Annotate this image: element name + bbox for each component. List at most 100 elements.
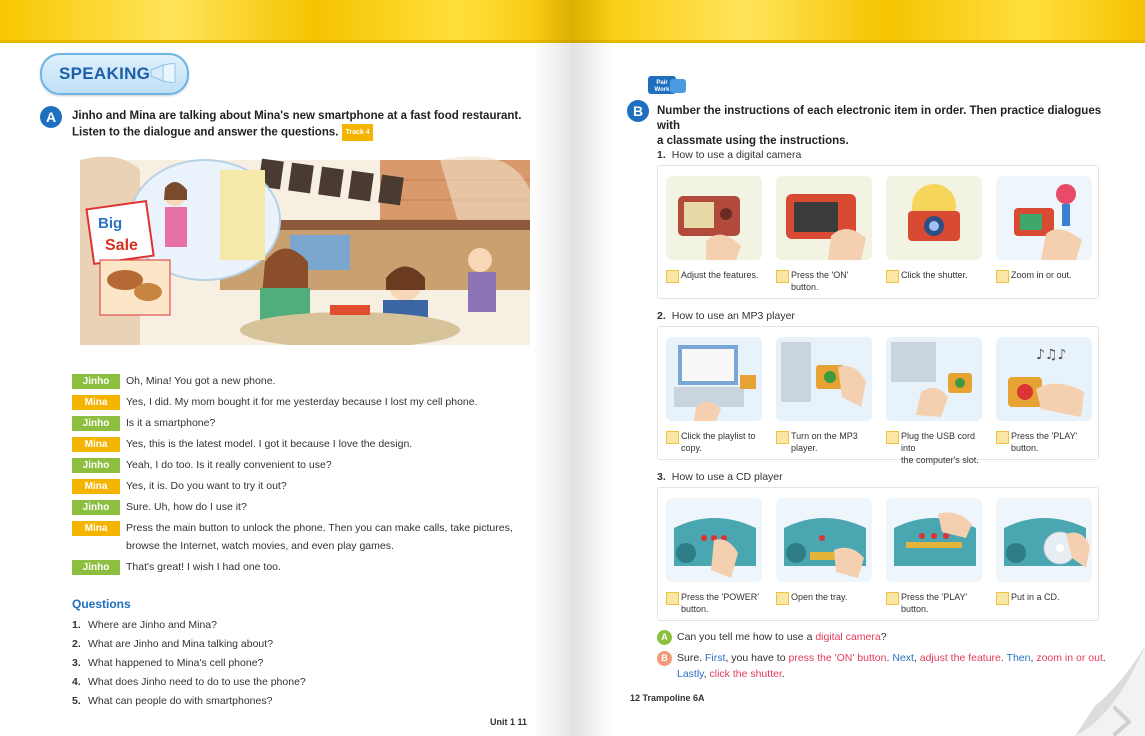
number-box[interactable] [996, 431, 1009, 444]
number-box[interactable] [886, 431, 899, 444]
speaker-tag-jinho: Jinho [72, 458, 120, 473]
camera-front-image [776, 176, 872, 260]
dialogue-line-continued: browse the Internet, watch movies, and e… [126, 540, 394, 552]
taking-photo-image [886, 176, 982, 260]
question-number: 5. [72, 695, 81, 707]
conv-sequence-word: First [705, 652, 726, 664]
questions-heading: Questions [72, 597, 131, 611]
number-box[interactable] [996, 592, 1009, 605]
section-a-marker: A [40, 106, 62, 128]
camera-step-2: Press the 'ON' button. [776, 269, 882, 293]
step-text: Put in a CD. [1011, 592, 1060, 602]
speaker-b-badge: B [657, 650, 672, 666]
step-text: Press the 'POWER' [681, 592, 759, 602]
next-page-arrow-icon[interactable] [1075, 646, 1145, 736]
number-box[interactable] [996, 270, 1009, 283]
step-text: Turn on the MP3 [791, 431, 858, 441]
number-box[interactable] [666, 270, 679, 283]
question-item: 5. What can people do with smartphones? [72, 695, 272, 707]
speaker-tag-mina: Mina [72, 479, 120, 494]
restaurant-illustration: Big Sale [80, 156, 530, 362]
step-text-2: copy. [681, 443, 702, 453]
cd-step-3: Press the 'PLAY' button. [886, 591, 992, 615]
dialogue-line: Press the main button to unlock the phon… [126, 522, 513, 534]
speaking-badge: SPEAKING [40, 53, 189, 95]
instruction-line-2: a classmate using the instructions. [657, 135, 849, 147]
number-box[interactable] [776, 431, 789, 444]
conv-text: Can you tell me how to use a [677, 631, 816, 643]
step-text: Press the 'ON' [791, 270, 849, 280]
speaker-tag-jinho: Jinho [72, 500, 120, 515]
conv-sequence-word: Next [892, 652, 914, 664]
step-text: Press the 'PLAY' [1011, 431, 1078, 441]
question-text: What can people do with smartphones? [88, 695, 273, 707]
question-text: What does Jinho need to do to use the ph… [88, 676, 306, 688]
number-box[interactable] [666, 431, 679, 444]
dialogue-line: Yes, this is the latest model. I got it … [126, 438, 413, 450]
speaker-tag-jinho: Jinho [72, 416, 120, 431]
speaker-tag-mina: Mina [72, 437, 120, 452]
number-box[interactable] [776, 592, 789, 605]
pair-work-line2: Work [655, 87, 671, 93]
dialogue-line: That's great! I wish I had one too. [126, 561, 281, 573]
big-sign-text: Big [98, 215, 122, 232]
usb-plug-image [886, 337, 982, 421]
step-text-2: the computer's slot. [901, 455, 979, 465]
mp3-power-image [776, 337, 872, 421]
speaker-a-badge: A [657, 629, 672, 645]
instruction-line-2: Listen to the dialogue and answer the qu… [72, 126, 339, 139]
question-number: 4. [72, 676, 81, 688]
top-color-band [0, 0, 572, 43]
number-box[interactable] [886, 592, 899, 605]
cd-tray-image [776, 498, 872, 582]
dialogue-line: Yes, it is. Do you want to try it out? [126, 480, 287, 492]
group-title-text: How to use a digital camera [671, 149, 802, 161]
mp3-play-image: ♪♫♪ [996, 337, 1092, 421]
group-number: 2. [657, 310, 666, 322]
step-text: Open the tray. [791, 592, 848, 602]
page-footer-left: Unit 1 11 [490, 717, 528, 727]
cd-steps-box: Press the 'POWER' button. Open the tray. … [657, 487, 1099, 621]
question-item: 3. What happened to Mina's cell phone? [72, 657, 263, 669]
conv-sequence-word: Lastly [677, 668, 704, 680]
mp3-step-1: Click the playlist to copy. [666, 430, 772, 454]
speaker-tag-mina: Mina [72, 521, 120, 536]
dialogue-line: Yeah, I do too. Is it really convenient … [126, 459, 332, 471]
question-number: 1. [72, 619, 81, 631]
section-a-instruction: Jinho and Mina are talking about Mina's … [72, 109, 542, 141]
group-title-mp3: 2. How to use an MP3 player [657, 310, 795, 322]
conv-text: . [781, 668, 785, 680]
speaker-tag-jinho: Jinho [72, 560, 120, 575]
camera-back-image [666, 176, 762, 260]
instruction-line-1: Number the instructions of each electron… [657, 105, 1102, 132]
question-text: What are Jinho and Mina talking about? [88, 638, 274, 650]
section-b-marker: B [627, 100, 649, 122]
conv-highlight: press the 'ON' button [788, 652, 887, 664]
conv-text: , you have to [725, 652, 789, 664]
step-text-2: button. [681, 604, 709, 614]
mp3-steps-box: ♪♫♪ Click the playlist to copy. Turn on t… [657, 326, 1102, 465]
question-item: 1. Where are Jinho and Mina? [72, 619, 217, 631]
speaker-tag-mina: Mina [72, 395, 120, 410]
put-cd-image [996, 498, 1092, 582]
conv-text: Sure. [677, 652, 706, 664]
conv-sequence-word: Then [1006, 652, 1031, 664]
question-number: 3. [72, 657, 81, 669]
dialogue-line: Yes, I did. My mom bought it for me yest… [126, 396, 478, 408]
question-item: 4. What does Jinho need to do to use the … [72, 676, 306, 688]
question-text: What happened to Mina's cell phone? [88, 657, 264, 669]
page-footer-right: 12 Trampoline 6A [630, 693, 705, 703]
pair-work-line1: Pair [656, 80, 668, 86]
number-box[interactable] [776, 270, 789, 283]
mp3-step-4: Press the 'PLAY' button. [996, 430, 1102, 454]
camera-step-1: Adjust the features. [666, 269, 772, 283]
number-box[interactable] [666, 592, 679, 605]
svg-text:♪♫♪: ♪♫♪ [1036, 347, 1066, 363]
group-number: 3. [657, 471, 666, 483]
step-text-2: button. [901, 604, 929, 614]
mp3-step-3: Plug the USB cord into the computer's slo… [886, 430, 992, 466]
number-box[interactable] [886, 270, 899, 283]
laptop-playlist-image [666, 337, 762, 421]
conversation-a: A Can you tell me how to use a digital ca… [657, 629, 887, 645]
group-title-text: How to use a CD player [671, 471, 783, 483]
